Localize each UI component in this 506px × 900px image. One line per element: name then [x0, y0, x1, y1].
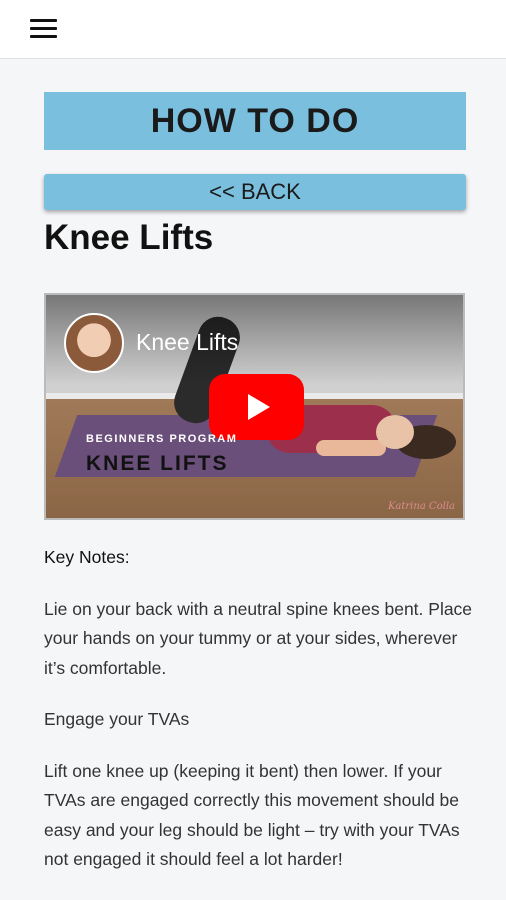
- hamburger-menu-icon[interactable]: [30, 19, 57, 39]
- channel-avatar[interactable]: [64, 313, 124, 373]
- video-overlay-subtitle: BEGINNERS PROGRAM: [86, 433, 238, 445]
- back-button[interactable]: << BACK: [44, 174, 466, 210]
- video-title[interactable]: Knee Lifts: [136, 329, 238, 356]
- menu-line: [30, 27, 57, 30]
- top-bar: [0, 0, 506, 59]
- how-to-do-banner: HOW TO DO: [44, 92, 466, 150]
- menu-line: [30, 19, 57, 22]
- video-figure-arm: [316, 440, 386, 456]
- instruction-paragraph: Lie on your back with a neutral spine kn…: [44, 598, 473, 678]
- instruction-paragraph: Lift one knee up (keeping it bent) then …: [44, 760, 460, 870]
- video-figure-head: [376, 415, 414, 449]
- video-player[interactable]: Knee Lifts BEGINNERS PROGRAM KNEE LIFTS …: [44, 293, 465, 520]
- exercise-title: Knee Lifts: [44, 218, 214, 257]
- video-overlay-title: KNEE LIFTS: [86, 452, 229, 475]
- video-watermark: Katrina Colla: [387, 501, 455, 512]
- exercise-instructions: Key Notes: Lie on your back with a neutr…: [44, 543, 474, 897]
- instruction-paragraph: Engage your TVAs: [44, 709, 190, 729]
- key-notes-label: Key Notes:: [44, 547, 130, 567]
- play-button[interactable]: [209, 374, 304, 440]
- play-icon: [248, 394, 270, 420]
- menu-line: [30, 35, 57, 38]
- page-heading: HOW TO DO: [150, 101, 360, 140]
